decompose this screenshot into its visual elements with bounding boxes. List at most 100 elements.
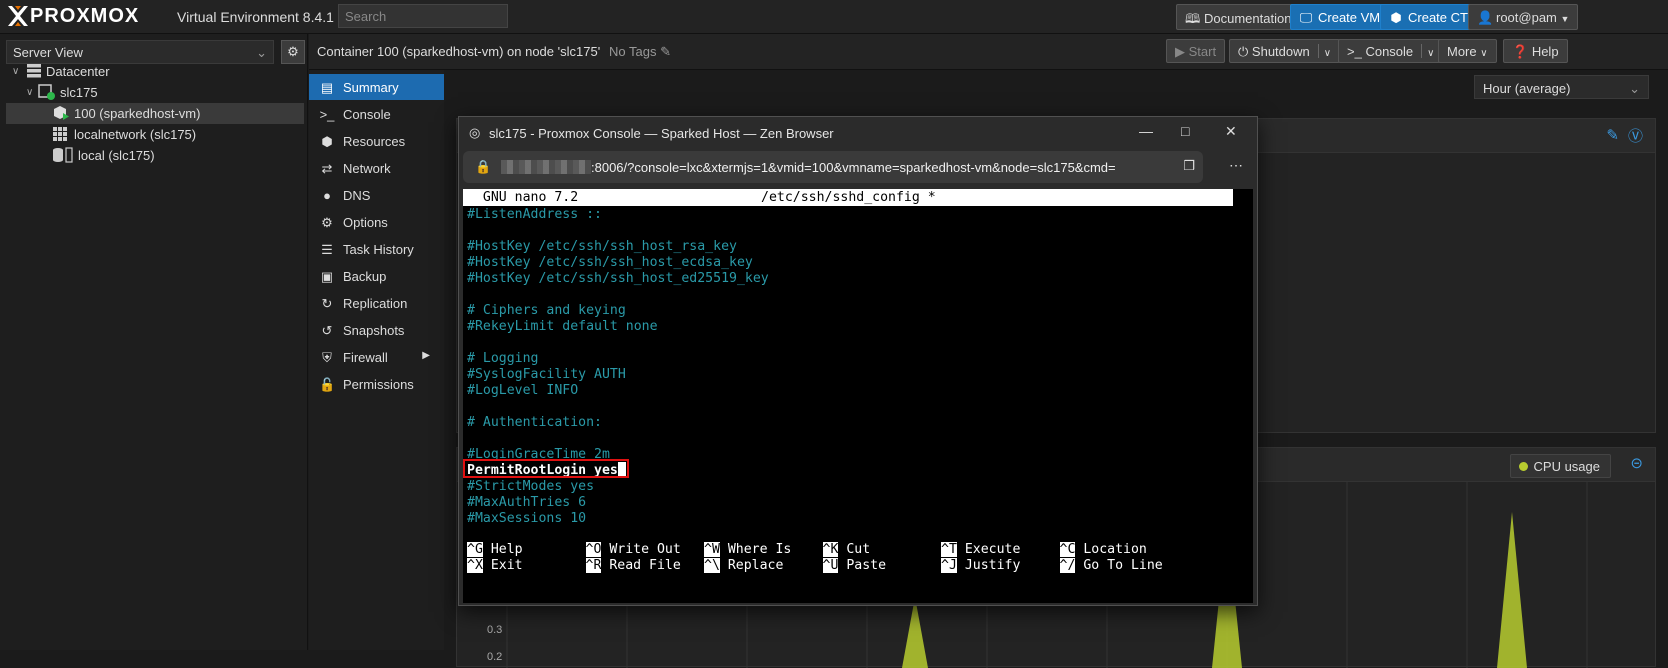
nav-label: Options	[343, 215, 388, 230]
tags-label: No Tags	[609, 44, 657, 59]
tree-item-storage[interactable]: local (slc175)	[6, 145, 304, 166]
nav-dns[interactable]: ● DNS	[309, 182, 444, 208]
nav-options[interactable]: ⚙ Options	[309, 209, 444, 235]
tree-item-container[interactable]: 100 (sparkedhost-vm)	[6, 103, 304, 124]
lock-icon: 🔒	[475, 159, 492, 174]
terminal-line: #LogLevel INFO	[467, 383, 579, 398]
chevron-down-icon: ▼	[1560, 14, 1570, 24]
nav-task-history[interactable]: ☰ Task History	[309, 236, 444, 262]
shortcut-key: ^T	[941, 542, 957, 557]
shortcut-label: Where Is	[719, 542, 792, 557]
nav-network[interactable]: ⇄ Network	[309, 155, 444, 181]
node-online-icon	[38, 84, 55, 100]
nav-firewall[interactable]: ⛨ Firewall ▶	[309, 344, 444, 370]
cube-icon: ⬢	[1390, 10, 1402, 25]
chevron-down-icon: ∨	[1480, 48, 1488, 59]
create-vm-button[interactable]: 🖵 Create VM	[1290, 4, 1390, 30]
chevron-down-icon[interactable]: ∨	[1324, 48, 1331, 59]
nav-label: Resources	[343, 134, 406, 149]
shortcut-key: ^U	[822, 558, 839, 573]
container-nav: ▤ Summary >_ Console ⬢ Resources ⇄ Network ●…	[309, 70, 444, 650]
timeframe-select[interactable]: Hour (average) ⌄	[1474, 75, 1649, 99]
help-icon: ❓	[1512, 44, 1529, 59]
terminal-line: #HostKey /etc/ssh/ssh_host_ecdsa_key	[467, 255, 753, 270]
tree-item-network[interactable]: localnetwork (slc175)	[6, 124, 304, 145]
shield-icon: ⛨	[322, 350, 332, 365]
nav-summary[interactable]: ▤ Summary	[309, 74, 444, 100]
play-icon: ▶	[1175, 44, 1185, 59]
nav-label: Summary	[343, 80, 399, 95]
shutdown-label: Shutdown	[1251, 44, 1310, 59]
shutdown-button[interactable]: ⏻ Shutdown ∨	[1229, 39, 1341, 63]
shortcut-item: ^O Write Out	[585, 541, 681, 558]
terminal-line: # Logging	[467, 351, 539, 366]
shortcut-label: Location	[1075, 542, 1147, 557]
tree-item-label: local (slc175)	[78, 148, 155, 163]
globe-icon: ●	[323, 188, 331, 203]
nav-label: DNS	[343, 188, 371, 203]
shortcut-label: Write Out	[601, 542, 681, 557]
console-label: Console	[1365, 44, 1414, 59]
collapse-arrow-icon[interactable]: ∨	[26, 87, 33, 98]
window-titlebar[interactable]: ◎ slc175 - Proxmox Console — Sparked Hos…	[459, 117, 1257, 149]
shortcut-key: ^/	[1059, 558, 1076, 573]
start-button[interactable]: ▶ Start	[1166, 39, 1226, 63]
nav-replication[interactable]: ↻ Replication	[309, 290, 444, 316]
nav-snapshots[interactable]: ↺ Snapshots	[309, 317, 444, 343]
edit-icon[interactable]: ✎	[1606, 126, 1619, 144]
pencil-icon[interactable]: ✎	[660, 44, 671, 59]
nav-resources[interactable]: ⬢ Resources	[309, 128, 444, 154]
collapse-arrow-icon[interactable]: ∨	[12, 66, 19, 77]
user-menu-button[interactable]: 👤 root@pam ▼	[1468, 4, 1579, 30]
help-label: Help	[1531, 44, 1559, 59]
shortcut-label: Execute	[956, 542, 1021, 557]
terminal-line: #ListenAddress ::	[467, 207, 602, 222]
user-label: root@pam	[1496, 10, 1557, 25]
collapse-circle-icon[interactable]: ⊝	[1630, 454, 1643, 472]
nav-backup[interactable]: ▣ Backup	[309, 263, 444, 289]
create-ct-label: Create CT	[1408, 10, 1468, 25]
nav-console[interactable]: >_ Console	[309, 101, 444, 127]
reader-mode-icon[interactable]: ❒	[1183, 158, 1195, 174]
url-bar[interactable]: 🔒 :8006/?console=lxc&xtermjs=1&vmid=100&…	[463, 151, 1203, 183]
collapse-circle-icon[interactable]: Ⓥ	[1628, 125, 1643, 146]
nano-header: GNU nano 7.2/etc/ssh/sshd_config *	[463, 189, 1233, 206]
brand-name: PROXMOX	[30, 5, 140, 27]
tags-editor[interactable]: No Tags ✎	[609, 44, 671, 60]
console-button[interactable]: >_ Console ∨	[1338, 39, 1444, 63]
tree-item-datacenter[interactable]: ∨ Datacenter	[6, 61, 304, 82]
tree-item-node[interactable]: ∨ slc175	[6, 82, 304, 103]
window-title: slc175 - Proxmox Console — Sparked Host …	[489, 126, 834, 141]
close-icon[interactable]: ✕	[1225, 123, 1237, 140]
minimize-icon[interactable]: —	[1139, 123, 1153, 139]
shortcut-key: ^C	[1059, 542, 1076, 557]
search-input[interactable]: Search	[338, 4, 508, 28]
create-ct-button[interactable]: ⬢ Create CT	[1380, 4, 1477, 30]
terminal[interactable]: GNU nano 7.2/etc/ssh/sshd_config * #List…	[463, 189, 1253, 603]
cpu-usage-legend[interactable]: CPU usage	[1509, 454, 1611, 478]
documentation-button[interactable]: 🕮 Documentation	[1176, 4, 1301, 30]
power-icon: ⏻	[1238, 44, 1249, 59]
maximize-icon[interactable]: □	[1181, 123, 1189, 139]
product-version: Virtual Environment 8.4.1	[177, 9, 334, 25]
tree-item-label: Datacenter	[46, 64, 110, 79]
shortcut-item: ^U Paste	[822, 557, 886, 574]
server-rack-icon	[27, 64, 41, 78]
cpu-spike	[902, 597, 928, 668]
help-button[interactable]: ❓ Help	[1503, 39, 1568, 63]
more-options-icon[interactable]: ⋯	[1229, 157, 1243, 174]
expand-arrow-icon[interactable]: ▶	[422, 350, 430, 361]
redacted-host	[501, 160, 591, 174]
nav-permissions[interactable]: 🔓 Permissions	[309, 371, 444, 397]
unlock-icon: 🔓	[319, 377, 336, 392]
shortcut-label: Help	[482, 542, 523, 557]
shortcut-item: ^C Location	[1059, 541, 1147, 558]
chevron-down-icon[interactable]: ∨	[1427, 48, 1434, 59]
more-button[interactable]: More ∨	[1438, 39, 1497, 63]
book-icon: ▤	[320, 80, 334, 95]
shortcut-label: Replace	[719, 558, 784, 573]
nano-version: GNU nano 7.2	[467, 190, 579, 205]
shortcut-key: ^J	[941, 558, 957, 573]
terminal-icon: >_	[319, 107, 335, 122]
nav-label: Network	[343, 161, 391, 176]
